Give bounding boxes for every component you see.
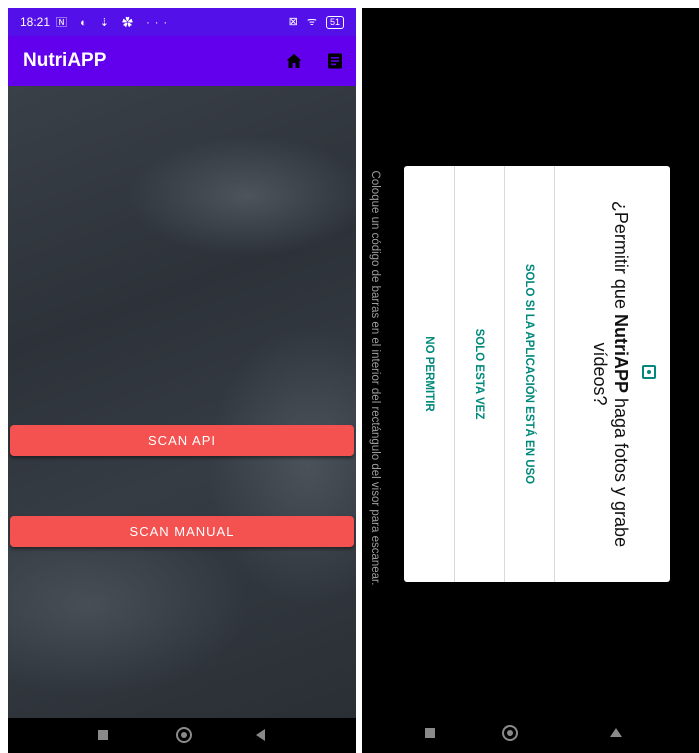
while-in-use-label: SOLO SI LA APLICACIÓN ESTÁ EN USO xyxy=(523,263,535,485)
scan-manual-button[interactable]: SCAN MANUAL xyxy=(10,516,354,547)
status-time: 18:21 xyxy=(20,15,51,29)
while-in-use-button[interactable]: SOLO SI LA APLICACIÓN ESTÁ EN USO xyxy=(504,166,555,582)
home-circle-icon[interactable] xyxy=(176,727,192,743)
deny-button-label: NO PERMITIR xyxy=(423,336,435,412)
scanner-hint-text: Coloque un código de barras en el interi… xyxy=(369,170,381,586)
camera-preview: SCAN API SCAN MANUAL xyxy=(8,86,356,718)
status-notification-icons: 🄽 ◐ ⇣ ✿ ··· xyxy=(56,17,173,29)
app-bar: NutriAPP xyxy=(8,36,356,86)
deny-button[interactable]: NO PERMITIR xyxy=(404,166,455,582)
list-icon[interactable] xyxy=(326,52,344,70)
status-system-icons: ⊠ ᯤ 51 xyxy=(289,14,344,29)
home-circle-icon[interactable] xyxy=(502,725,518,741)
scan-api-button[interactable]: SCAN API xyxy=(10,425,354,456)
only-this-time-label: SOLO ESTA VEZ xyxy=(473,328,485,420)
app-title: NutriAPP xyxy=(23,50,107,71)
back-icon[interactable] xyxy=(610,728,622,737)
home-icon[interactable] xyxy=(285,52,303,70)
recents-icon[interactable] xyxy=(98,730,108,740)
right-phone-screen: Coloque un código de barras en el interi… xyxy=(362,8,699,753)
status-bar: 18:21 🄽 ◐ ⇣ ✿ ··· ⊠ ᯤ 51 xyxy=(8,8,356,36)
battery-icon: 51 xyxy=(325,16,344,29)
recents-icon[interactable] xyxy=(425,728,435,738)
dialog-app-name: NutriAPP xyxy=(611,313,631,393)
permission-dialog: NO PERMITIR SOLO ESTA VEZ SOLO SI LA APL… xyxy=(404,166,670,582)
back-icon[interactable] xyxy=(256,729,265,741)
camera-icon xyxy=(642,365,656,379)
navigation-bar xyxy=(8,718,356,753)
dialog-title-prefix: ¿Permitir que xyxy=(611,200,631,314)
left-phone-screen: 18:21 🄽 ◐ ⇣ ✿ ··· ⊠ ᯤ 51 NutriAPP SCAN A… xyxy=(8,8,356,753)
only-this-time-button[interactable]: SOLO ESTA VEZ xyxy=(454,166,505,582)
wifi-icon: ⊠ ᯤ xyxy=(288,16,320,28)
dialog-title: ¿Permitir que NutriAPP haga fotos y grab… xyxy=(589,184,631,564)
